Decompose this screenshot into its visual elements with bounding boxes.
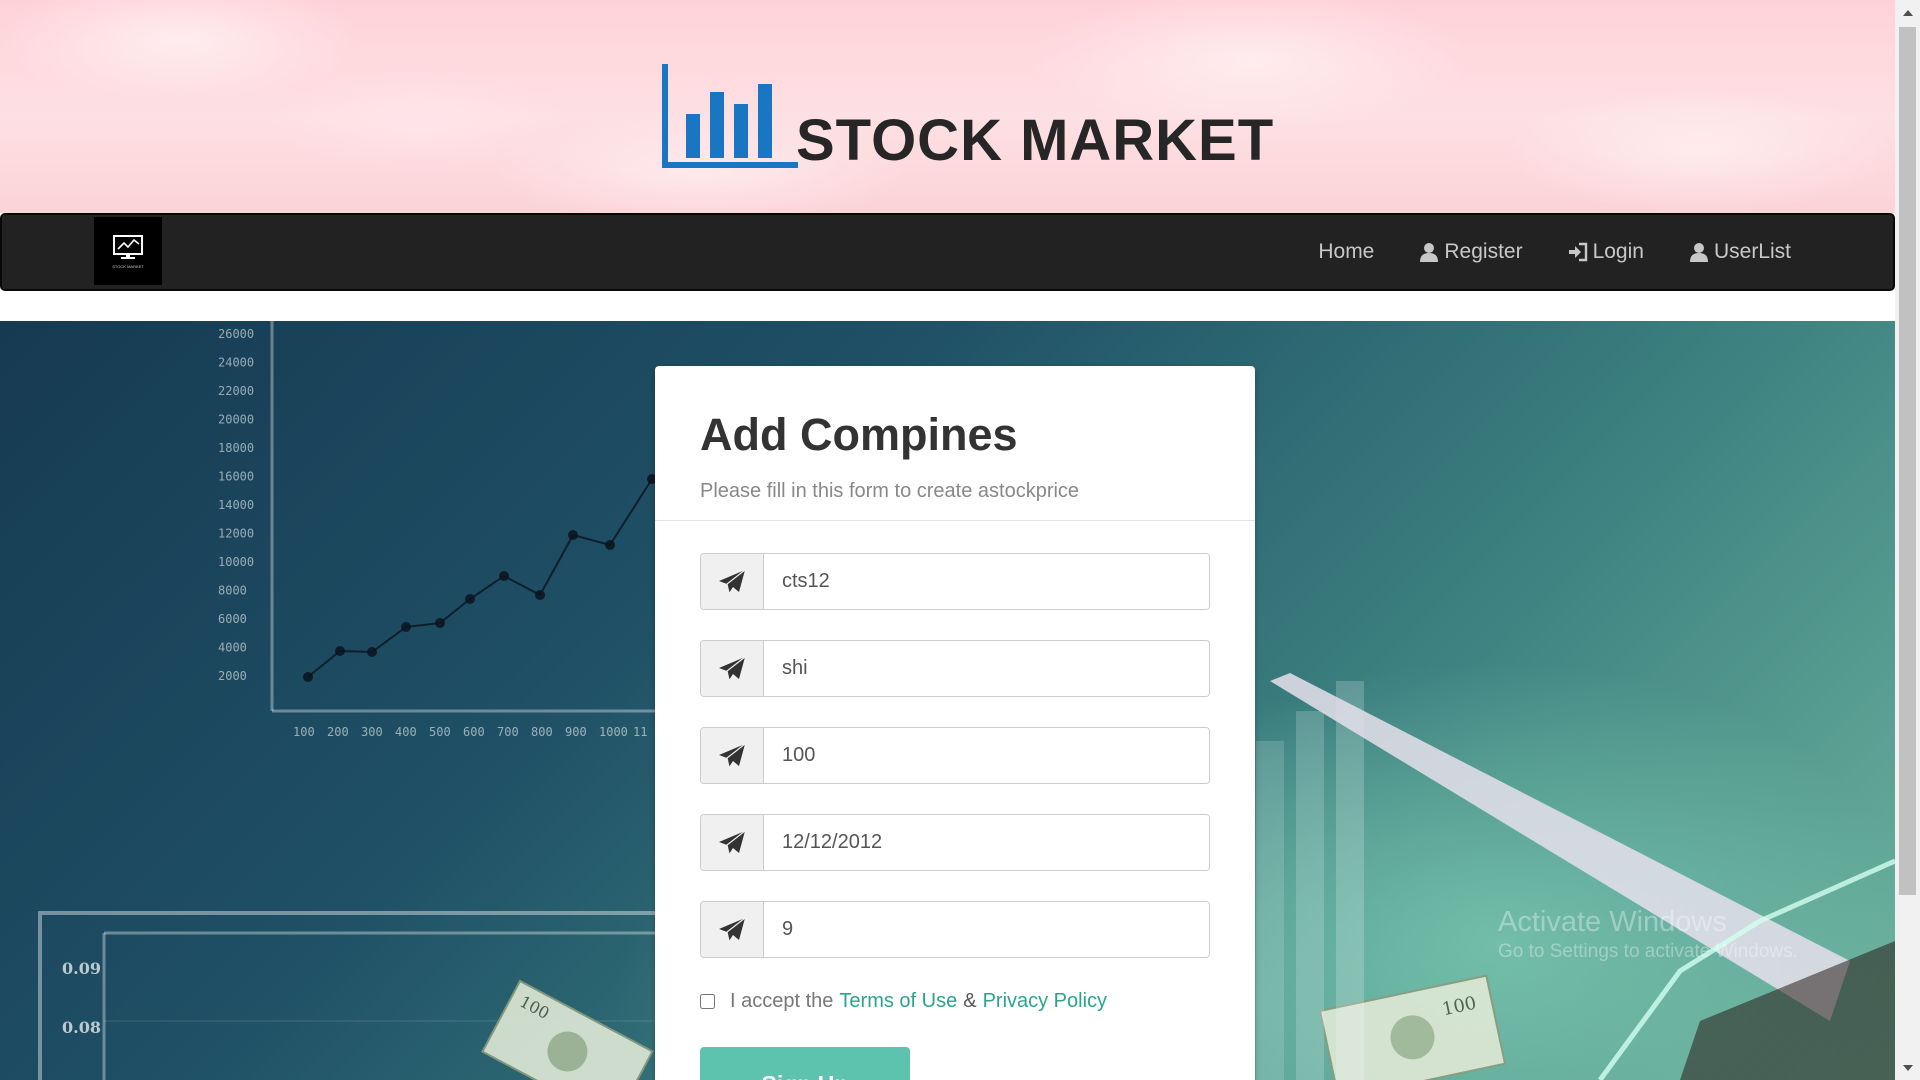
paper-plane-icon	[719, 656, 746, 680]
bg-x-tick: 400	[395, 725, 417, 739]
paper-plane-icon	[719, 830, 746, 854]
form-subtitle: Please fill in this form to create astoc…	[700, 479, 1080, 502]
bg-x-tick: 900	[565, 725, 587, 739]
bg-x-tick: 800	[531, 725, 553, 739]
form-field-1	[700, 553, 1210, 610]
vertical-scrollbar[interactable]	[1895, 0, 1920, 1080]
field-addon	[701, 554, 764, 609]
bg-y-tick: 22000	[218, 384, 254, 398]
field-input-3[interactable]	[764, 728, 1209, 783]
bg-y-tick: 4000	[218, 641, 247, 655]
nav-login-label: Login	[1592, 240, 1644, 263]
bg-lower-y-tick: 0.08	[62, 1018, 101, 1037]
form-field-3	[700, 727, 1210, 784]
form-field-2	[700, 640, 1210, 697]
bg-y-tick: 6000	[218, 612, 247, 626]
paper-plane-icon	[719, 917, 746, 941]
watermark-subtitle: Go to Settings to activate Windows.	[1498, 941, 1798, 962]
field-addon	[701, 902, 764, 957]
bg-y-tick: 2000	[218, 669, 247, 683]
bg-y-tick: 24000	[218, 356, 254, 370]
terms-row: I accept the Terms of Use & Privacy Poli…	[700, 990, 1113, 1013]
nav-userlist-label: UserList	[1713, 240, 1791, 263]
privacy-policy-link[interactable]: Privacy Policy	[983, 990, 1107, 1013]
bg-x-tick: 200	[327, 725, 349, 739]
bar-chart-icon	[662, 64, 798, 168]
bg-y-tick: 26000	[218, 327, 254, 341]
bg-y-tick: 18000	[218, 441, 254, 455]
navbar: STOCK MARKET Home Register Login UserLis…	[0, 213, 1895, 291]
paper-plane-icon	[719, 569, 746, 593]
form-field-4	[700, 814, 1210, 871]
add-company-form: Add Compines Please fill in this form to…	[655, 366, 1255, 1080]
scroll-up-button[interactable]	[1895, 0, 1920, 25]
nav-logo[interactable]: STOCK MARKET	[94, 217, 162, 285]
nav-links: Home Register Login UserList	[1296, 215, 1813, 289]
bg-lower-y-tick: 0.09	[62, 959, 101, 978]
bg-x-tick: 700	[497, 725, 519, 739]
nav-home-label: Home	[1318, 240, 1375, 263]
monitor-chart-icon	[113, 234, 143, 259]
nav-userlist[interactable]: UserList	[1666, 215, 1813, 289]
bg-y-tick: 10000	[218, 555, 254, 569]
field-addon	[701, 641, 764, 696]
nav-register-label: Register	[1444, 240, 1523, 263]
bg-x-tick: 100	[293, 725, 315, 739]
field-input-1[interactable]	[764, 554, 1209, 609]
terms-prefix: I accept the	[730, 990, 834, 1012]
bg-y-tick: 20000	[218, 413, 254, 427]
field-input-5[interactable]	[764, 902, 1209, 957]
bg-x-tick: 1000	[599, 725, 628, 739]
bg-x-tick: 600	[463, 725, 485, 739]
chevron-up-icon	[1902, 9, 1913, 16]
brand-title: STOCK MARKET	[796, 108, 1275, 173]
field-addon	[701, 815, 764, 870]
header-banner: STOCK MARKET	[0, 0, 1895, 213]
paper-plane-icon	[719, 743, 746, 767]
bg-x-tick: 11	[633, 725, 647, 739]
watermark-title: Activate Windows	[1498, 906, 1727, 938]
bg-x-tick: 500	[429, 725, 451, 739]
bg-x-tick: 300	[361, 725, 383, 739]
chevron-down-icon	[1902, 1064, 1913, 1071]
field-addon	[701, 728, 764, 783]
form-field-5	[700, 901, 1210, 958]
scroll-down-button[interactable]	[1895, 1055, 1920, 1080]
terms-of-use-link[interactable]: Terms of Use	[839, 990, 957, 1013]
user-icon	[1420, 243, 1439, 262]
form-title: Add Compines	[700, 409, 1018, 460]
terms-checkbox[interactable]	[700, 994, 715, 1009]
activation-watermark: Activate Windows Go to Settings to activ…	[1498, 906, 1798, 963]
bg-y-tick: 14000	[218, 498, 254, 512]
bg-y-tick: 8000	[218, 584, 247, 598]
scroll-thumb[interactable]	[1899, 27, 1916, 895]
sign-in-icon	[1568, 242, 1587, 262]
nav-register[interactable]: Register	[1396, 215, 1544, 289]
field-input-2[interactable]	[764, 641, 1209, 696]
user-icon	[1689, 243, 1708, 262]
brand[interactable]: STOCK MARKET	[660, 60, 1274, 170]
nav-home[interactable]: Home	[1296, 215, 1396, 289]
nav-login[interactable]: Login	[1545, 215, 1666, 289]
terms-amp: &	[963, 990, 977, 1012]
bg-y-tick: 16000	[218, 470, 254, 484]
field-input-4[interactable]	[764, 815, 1209, 870]
bg-y-tick: 12000	[218, 527, 254, 541]
form-header: Add Compines Please fill in this form to…	[655, 366, 1255, 521]
sign-up-button[interactable]: Sign Up	[700, 1047, 910, 1080]
nav-logo-caption: STOCK MARKET	[112, 263, 144, 269]
